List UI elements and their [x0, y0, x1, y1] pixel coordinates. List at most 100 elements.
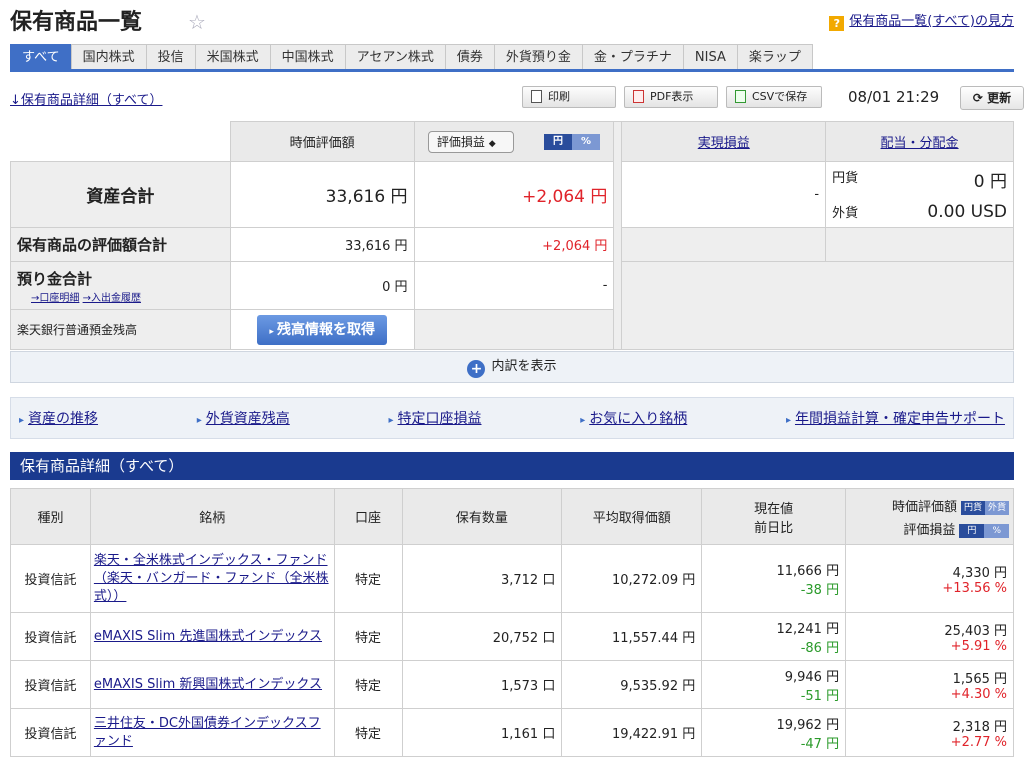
realized-link[interactable]: 実現損益: [698, 136, 750, 151]
tab-rakuwrap[interactable]: 楽ラップ: [736, 44, 813, 69]
tab-bonds[interactable]: 債券: [444, 44, 495, 69]
row-qty: 3,712 口: [401, 544, 563, 613]
tab-funds[interactable]: 投信: [145, 44, 196, 69]
tab-domestic-stocks[interactable]: 国内株式: [70, 44, 147, 69]
favorite-star-icon[interactable]: ☆: [188, 10, 206, 34]
show-breakdown-button[interactable]: + 内訳を表示: [10, 351, 1014, 383]
row-value-cell: 4,330 円 +13.56 %: [845, 544, 1014, 613]
row-name-cell: 三井住友・DC外国債券インデックスファンド: [89, 708, 335, 757]
help-link-text[interactable]: 保有商品一覧(すべて)の見方: [849, 14, 1014, 29]
row-avg-cost: 11,557.44 円: [561, 612, 703, 661]
holdings-table: 種別 銘柄 口座 保有数量 平均取得価額 現在値 前日比 時価評価額 円貨 外貨 評価…: [10, 488, 1014, 757]
fund-name-link[interactable]: eMAXIS Slim 新興国株式インデックス: [94, 677, 322, 692]
holdings-header-row: 種別 銘柄 口座 保有数量 平均取得価額 現在値 前日比 時価評価額 円貨 外貨 評価…: [10, 488, 1014, 545]
get-balance-button[interactable]: ▸ 残高情報を取得: [257, 314, 387, 345]
toggle-jpy[interactable]: 円貨: [960, 500, 985, 515]
row-price-cell: 19,962 円 -47 円: [701, 708, 847, 757]
row-price-cell: 9,946 円 -51 円: [701, 660, 847, 709]
row-market-value: 1,565 円: [952, 671, 1007, 687]
arrow-icon: ▸: [388, 415, 394, 426]
quicklink-specific-account[interactable]: ▸ 特定口座損益: [388, 408, 481, 428]
quicklink-favorites[interactable]: ▸ お気に入り銘柄: [580, 408, 687, 428]
csv-button[interactable]: CSVで保存: [726, 86, 822, 108]
pdf-label: PDF表示: [650, 90, 694, 103]
deposit-history-link[interactable]: →入出金履歴: [83, 293, 141, 304]
deposit-label: 預り金合計: [17, 269, 93, 288]
table-row: 投資信託 eMAXIS Slim 新興国株式インデックス 特定 1,573 口 …: [10, 660, 1014, 709]
tab-fx-deposit[interactable]: 外貨預り金: [493, 44, 583, 69]
arrow-icon: ▸: [580, 415, 586, 426]
tab-asean-stocks[interactable]: アセアン株式: [344, 44, 446, 69]
account-statement-link[interactable]: →口座明細: [31, 293, 79, 304]
update-datetime: 08/01 21:29: [848, 88, 940, 106]
print-button[interactable]: 印刷: [522, 86, 616, 108]
row-qty: 1,161 口: [401, 708, 563, 757]
pl-unit-toggle[interactable]: 円%: [544, 133, 601, 150]
row-name-cell: eMAXIS Slim 新興国株式インデックス: [89, 660, 335, 709]
row-pl: +5.91 %: [950, 638, 1007, 654]
quicklink-fx-assets[interactable]: ▸ 外貨資産残高: [197, 408, 290, 428]
fund-name-link[interactable]: 楽天・全米株式インデックス・ファンド（楽天・バンガード・ファンド（全米株式））: [94, 553, 329, 604]
pdf-button[interactable]: PDF表示: [624, 86, 718, 108]
toggle-fx[interactable]: 外貨: [984, 500, 1009, 515]
quicklink-label[interactable]: 特定口座損益: [398, 411, 482, 427]
row-name-cell: eMAXIS Slim 先進国株式インデックス: [89, 612, 335, 661]
pl-mode-select[interactable]: 評価損益 ◆: [427, 130, 514, 153]
holdings-detail-link[interactable]: ↓保有商品詳細（すべて）: [10, 89, 162, 108]
realized-empty: [621, 227, 827, 262]
quicklink-label[interactable]: お気に入り銘柄: [589, 411, 687, 427]
row-pl: +2.77 %: [950, 734, 1007, 750]
row-market-value: 2,318 円: [952, 719, 1007, 735]
tab-nisa[interactable]: NISA: [682, 44, 738, 69]
get-balance-label: 残高情報を取得: [276, 321, 375, 338]
col-type: 種別: [10, 488, 91, 545]
quicklink-label[interactable]: 資産の推移: [28, 411, 98, 427]
holdings-total-value: 33,616 円: [229, 227, 415, 262]
quicklink-label[interactable]: 外貨資産残高: [206, 411, 290, 427]
toggle-pct-small[interactable]: %: [984, 523, 1009, 538]
col-price: 現在値 前日比: [701, 488, 847, 545]
help-link[interactable]: ? 保有商品一覧(すべて)の見方: [829, 10, 1014, 31]
csv-icon: [735, 90, 746, 103]
row-price: 11,666 円: [776, 563, 840, 579]
row-type: 投資信託: [10, 612, 91, 661]
quicklink-asset-trend[interactable]: ▸ 資産の推移: [19, 408, 98, 428]
row-price: 19,962 円: [776, 717, 840, 733]
summary-corner: [10, 121, 231, 162]
row-avg-cost: 9,535.92 円: [561, 660, 703, 709]
col-pl-label: 評価損益: [903, 522, 956, 538]
row-account: 特定: [333, 612, 403, 661]
row-value-cell: 2,318 円 +2.77 %: [845, 708, 1014, 757]
toggle-pct[interactable]: %: [572, 133, 601, 150]
fund-name-link[interactable]: eMAXIS Slim 先進国株式インデックス: [94, 629, 322, 644]
pl-unit-toggle-small[interactable]: 円%: [959, 523, 1009, 538]
row-pl: +4.30 %: [950, 686, 1007, 702]
div-jpy-value: 0 円: [973, 172, 1007, 192]
tab-us-stocks[interactable]: 米国株式: [194, 44, 271, 69]
toggle-yen-small[interactable]: 円: [959, 523, 985, 538]
deposit-label-cell: 預り金合計 →口座明細 →入出金履歴: [10, 261, 231, 310]
quicklink-tax-support[interactable]: ▸ 年間損益計算・確定申告サポート: [786, 408, 1005, 428]
refresh-button[interactable]: ⟳ 更新: [960, 86, 1024, 110]
div-fx-label: 外貨: [832, 206, 859, 221]
arrow-icon: ▸: [196, 415, 202, 426]
dividend-link[interactable]: 配当・分配金: [881, 136, 959, 151]
col-mv-label: 時価評価額: [891, 499, 957, 515]
mv-currency-toggle[interactable]: 円貨 外貨: [960, 500, 1009, 515]
col-change-label: 前日比: [754, 520, 794, 536]
row-market-value: 4,330 円: [952, 565, 1007, 581]
tab-china-stocks[interactable]: 中国株式: [269, 44, 346, 69]
dividend-cell: 円貨 0 円 外貨 0.00 USD: [825, 161, 1014, 228]
tab-all[interactable]: すべて: [10, 44, 72, 69]
row-avg-cost: 10,272.09 円: [561, 544, 703, 613]
tab-gold-platinum[interactable]: 金・プラチナ: [581, 44, 684, 69]
row-value-cell: 1,565 円 +4.30 %: [845, 660, 1014, 709]
quicklink-label[interactable]: 年間損益計算・確定申告サポート: [795, 411, 1005, 427]
toggle-yen[interactable]: 円: [544, 133, 573, 150]
col-price-label: 現在値: [754, 501, 794, 517]
bank-balance-label: 楽天銀行普通預金残高: [10, 309, 231, 350]
row-account: 特定: [333, 544, 403, 613]
row-avg-cost: 19,422.91 円: [561, 708, 703, 757]
fund-name-link[interactable]: 三井住友・DC外国債券インデックスファンド: [94, 716, 321, 749]
row-account: 特定: [333, 660, 403, 709]
